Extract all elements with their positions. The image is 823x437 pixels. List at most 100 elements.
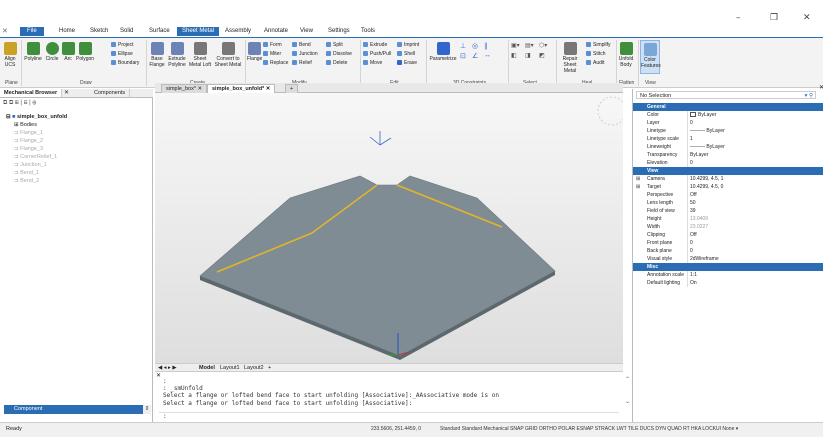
property-row[interactable]: ⊞ Camera 10.4299, 4.5, 1 <box>633 175 823 183</box>
tree-item-flange-3[interactable]: ⊐ Flange_3 <box>14 145 43 153</box>
layout-tab-layout1[interactable]: Layout1 <box>220 364 240 372</box>
select-face-icon[interactable]: ◧ <box>511 52 517 59</box>
component-select[interactable]: Component ⇕ <box>4 405 151 414</box>
parametrize-button[interactable]: Parametrize <box>428 42 458 62</box>
new-tab-button[interactable]: + <box>285 84 299 93</box>
flange-button[interactable]: Flange <box>247 42 262 62</box>
tab-assembly[interactable]: Assembly <box>222 27 254 36</box>
distance-icon[interactable]: ↔ <box>484 52 491 59</box>
property-row[interactable]: Height 13.0409 <box>633 215 823 223</box>
coincident-icon[interactable]: ⊥ <box>460 42 466 50</box>
tree-item-bend-1[interactable]: ⊐ Bend_1 <box>14 169 39 177</box>
fix-icon[interactable]: ⊡ <box>460 52 466 60</box>
property-row[interactable]: Width 23.0227 <box>633 223 823 231</box>
property-row[interactable]: Lens length 50 <box>633 199 823 207</box>
project-button[interactable]: Project <box>111 42 134 48</box>
property-row[interactable]: Field of view 39 <box>633 207 823 215</box>
extrude-polyline-button[interactable]: Extrude Polyline <box>166 42 188 68</box>
select-body-icon[interactable]: ◩ <box>539 52 545 59</box>
model-viewport[interactable] <box>155 93 627 363</box>
tab-sketch[interactable]: Sketch <box>87 27 111 36</box>
shell-button[interactable]: Shell <box>397 51 415 57</box>
tab-annotate[interactable]: Annotate <box>261 27 291 36</box>
polygon-button[interactable]: Polygon <box>76 42 94 62</box>
select-chain-icon[interactable]: ⬡▾ <box>539 42 547 49</box>
tab-home[interactable]: Home <box>56 27 78 36</box>
selection-dropdown[interactable]: No Selection ▾ ⚲ <box>636 91 816 99</box>
property-row[interactable]: ⊞ Target 10.4299, 4.5, 0 <box>633 183 823 191</box>
property-row[interactable]: Visual style 2dWireframe <box>633 255 823 263</box>
property-row[interactable]: Transparency ByLayer <box>633 151 823 159</box>
dissolve-button[interactable]: Dissolve <box>326 51 352 57</box>
select-similar-icon[interactable]: ▤▾ <box>525 42 534 49</box>
property-row[interactable]: Layer 0 <box>633 119 823 127</box>
select-filter-icon[interactable]: ▣▾ <box>511 42 520 49</box>
scroll-up-icon[interactable]: ⌃ <box>625 376 630 383</box>
close-panel-icon[interactable]: ✕ <box>819 84 823 91</box>
tab-solid[interactable]: Solid <box>117 27 136 36</box>
color-features-button[interactable]: Color Features <box>640 40 661 74</box>
base-flange-button[interactable]: Base Flange <box>148 42 166 68</box>
tree-item-flange-2[interactable]: ⊐ Flange_2 <box>14 137 43 145</box>
extrude-button[interactable]: Extrude <box>363 42 387 48</box>
convert-sheet-metal-button[interactable]: Convert to Sheet Metal <box>213 42 243 68</box>
section-view[interactable]: View <box>633 167 823 175</box>
property-row[interactable]: Clipping Off <box>633 231 823 239</box>
concentric-icon[interactable]: ◎ <box>472 42 478 50</box>
expand-icon[interactable]: ⊞ <box>636 175 640 183</box>
tab-file[interactable]: File <box>20 27 44 36</box>
bend-button[interactable]: Bend <box>292 42 311 48</box>
move-button[interactable]: Move <box>363 60 382 66</box>
maximize-icon[interactable]: ❐ <box>770 13 778 23</box>
circle-button[interactable]: Circle <box>44 42 60 62</box>
property-row[interactable]: Perspective Off <box>633 191 823 199</box>
property-row[interactable]: Color ByLayer <box>633 111 823 119</box>
angle-icon[interactable]: ∠ <box>472 52 478 60</box>
filter-icon[interactable]: ⧉ ⧉ ⊞ | ⊟ | ⊕ <box>3 100 36 106</box>
property-row[interactable]: Lineweight ——— ByLayer <box>633 143 823 151</box>
audit-button[interactable]: Audit <box>586 60 604 66</box>
boundary-button[interactable]: Boundary <box>111 60 139 66</box>
close-command-icon[interactable]: ✕ <box>156 372 161 379</box>
tree-root[interactable]: ⊟ ■ simple_box_unfold <box>6 113 67 121</box>
section-general[interactable]: General <box>633 103 823 111</box>
layout-tab-model[interactable]: Model <box>199 364 215 372</box>
unfold-body-button[interactable]: Unfold Body <box>618 42 634 68</box>
close-icon[interactable]: ✕ <box>803 13 811 23</box>
tab-sheet-metal[interactable]: Sheet Metal <box>177 27 220 36</box>
tree-item-bodies[interactable]: ⊞ Bodies <box>14 121 37 129</box>
repair-sheet-metal-button[interactable]: Repair Sheet Metal <box>557 42 583 74</box>
doc-tab-simple-box-unfold[interactable]: simple_box_unfold* ✕ <box>207 84 276 93</box>
property-row[interactable]: Linetype ——— ByLayer <box>633 127 823 135</box>
quick-select-icon[interactable]: ▾ ⚲ <box>805 92 813 100</box>
add-layout-button[interactable]: + <box>268 364 271 372</box>
ellipse-button[interactable]: Ellipse <box>111 51 133 57</box>
tab-components[interactable]: Components <box>90 89 131 97</box>
form-button[interactable]: Form <box>263 42 282 48</box>
parallel-icon[interactable]: ∥ <box>484 42 488 50</box>
layout-tab-layout2[interactable]: Layout2 <box>244 364 264 372</box>
tab-surface[interactable]: Surface <box>146 27 173 36</box>
status-toggles[interactable]: Standard Standard Mechanical SNAP GRID O… <box>440 426 738 432</box>
replace-button[interactable]: Replace <box>263 60 288 66</box>
close-tab-icon[interactable]: ✕ <box>64 89 69 97</box>
doc-tab-simple-box[interactable]: simple_box* ✕ <box>161 84 208 93</box>
layout-nav-icons[interactable]: ◀ ◂ ▸ ▶ <box>158 364 177 372</box>
tab-settings[interactable]: Settings <box>325 27 353 36</box>
command-input[interactable]: : <box>159 412 619 420</box>
polyline-button[interactable]: Polyline <box>23 42 43 62</box>
expand-icon[interactable]: ⊞ <box>636 183 640 191</box>
relief-button[interactable]: Relief <box>292 60 312 66</box>
align-ucs-button[interactable]: Align UCS <box>3 42 17 68</box>
property-row[interactable]: Front plane 0 <box>633 239 823 247</box>
tree-item-junction-1[interactable]: ⊐ Junction_1 <box>14 161 47 169</box>
split-button[interactable]: Split <box>326 42 343 48</box>
tree-item-bend-2[interactable]: ⊐ Bend_2 <box>14 177 39 185</box>
tab-tools[interactable]: Tools <box>358 27 378 36</box>
scroll-down-icon[interactable]: ⌄ <box>625 398 630 405</box>
tree-item-flange-1[interactable]: ⊐ Flange_1 <box>14 129 43 137</box>
app-menu-icon[interactable]: ✕ <box>2 27 8 35</box>
push-pull-button[interactable]: Push/Pull <box>363 51 391 57</box>
minimize-icon[interactable]: – <box>736 13 741 23</box>
junction-button[interactable]: Junction <box>292 51 318 57</box>
